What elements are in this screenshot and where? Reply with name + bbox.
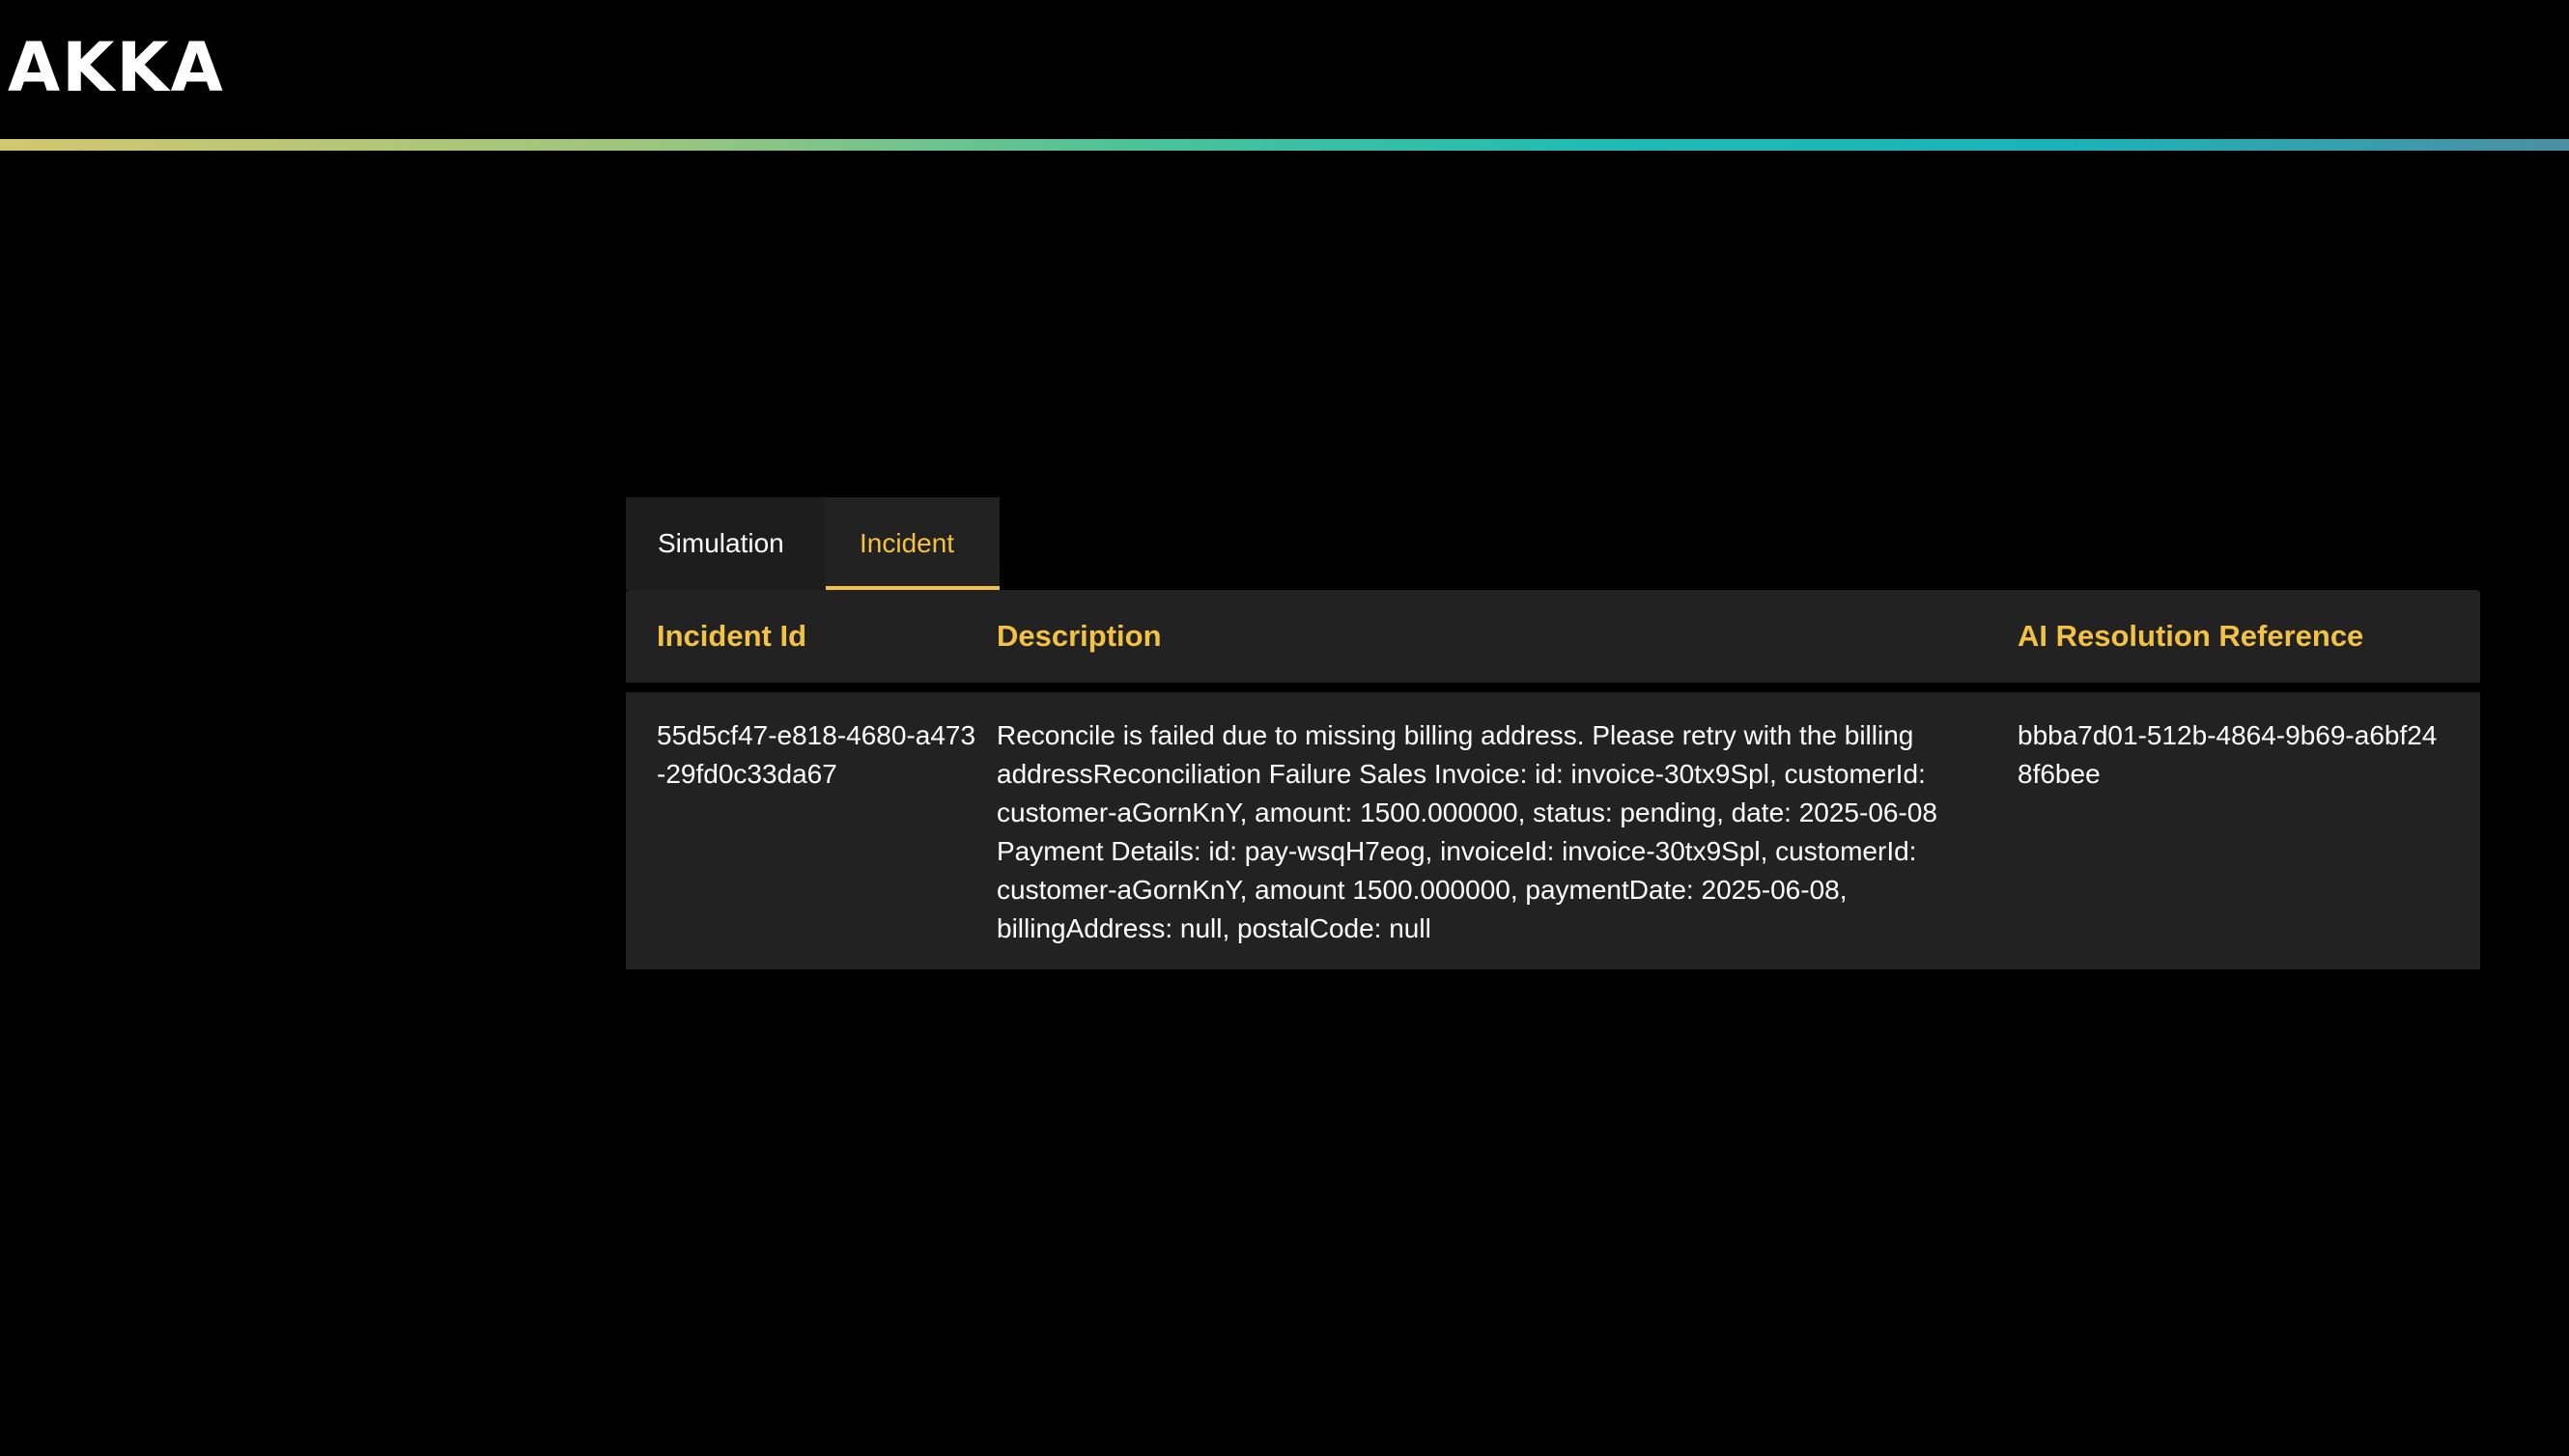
column-header-ai-resolution-reference: AI Resolution Reference — [2018, 619, 2364, 653]
incident-panel: Simulation Incident Incident Id Descript… — [626, 497, 2480, 969]
ai-resolution-reference-cell: bbba7d01-512b-4864-9b69-a6bf248f6bee — [2018, 720, 2438, 789]
incident-table: Incident Id Description AI Resolution Re… — [626, 590, 2480, 969]
tab-simulation[interactable]: Simulation — [626, 497, 826, 590]
column-header-description: Description — [997, 619, 1162, 653]
incident-id-cell: 55d5cf47-e818-4680-a473-29fd0c33da67 — [657, 720, 976, 789]
column-header-incident-id: Incident Id — [657, 619, 806, 653]
table-header: Incident Id Description AI Resolution Re… — [626, 590, 2480, 683]
table-row[interactable]: 55d5cf47-e818-4680-a473-29fd0c33da67 Rec… — [626, 692, 2480, 969]
header-gradient-bar — [0, 139, 2569, 151]
akka-logo: AKKA — [8, 28, 225, 107]
app-header: AKKA — [0, 0, 2569, 151]
tab-bar: Simulation Incident — [626, 497, 1000, 590]
tab-incident[interactable]: Incident — [826, 497, 1000, 590]
description-cell: Reconcile is failed due to missing billi… — [997, 720, 1937, 943]
